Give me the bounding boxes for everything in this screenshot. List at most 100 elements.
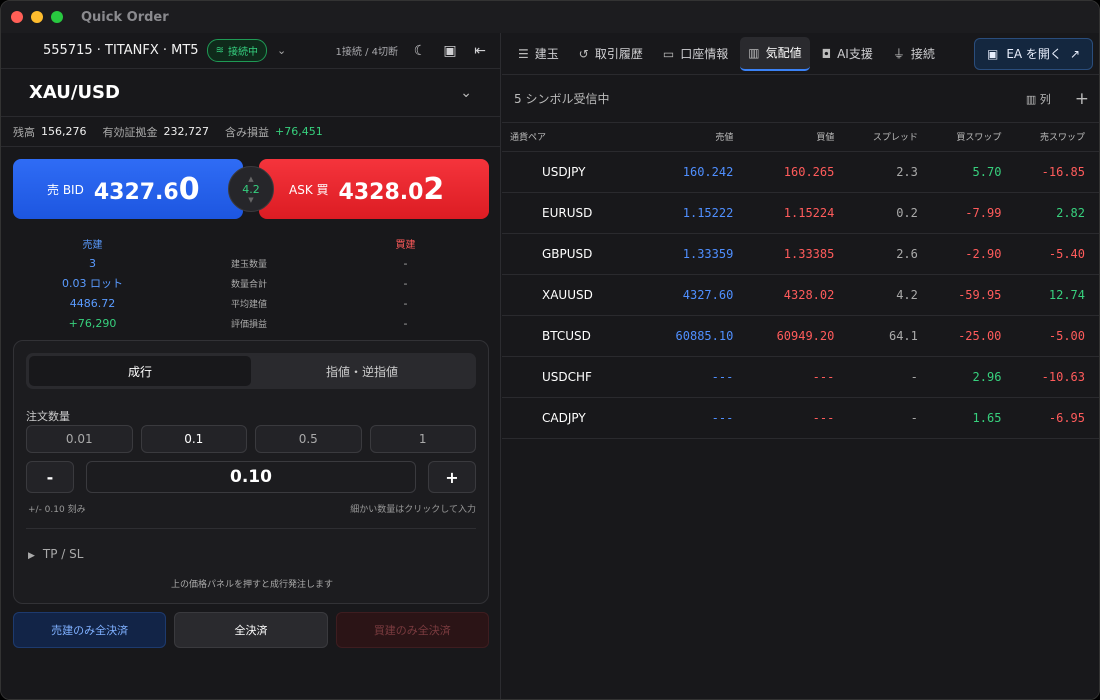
- table-row[interactable]: USDJPY 160.242 160.265 2.3 5.70 -16.85: [502, 151, 1099, 193]
- columns-label: 列: [1039, 92, 1051, 106]
- close-sell-only-button[interactable]: 売建のみ全決済: [13, 612, 167, 648]
- account-label[interactable]: 555715 · TITANFX · MT5: [43, 43, 199, 58]
- header-buy-swap[interactable]: 買スワップ: [933, 123, 1018, 152]
- triangle-right-icon: ▶: [28, 551, 35, 561]
- chip-icon[interactable]: ▣: [442, 43, 458, 59]
- bid-cell: 60885.10: [648, 315, 750, 357]
- buy-value: -: [403, 276, 408, 290]
- position-row: +76,290 評価損益 -: [1, 313, 501, 333]
- pair-cell: USDCHF: [502, 356, 649, 398]
- tab-account[interactable]: ▭ 口座情報: [655, 37, 736, 71]
- ask-buy-button[interactable]: ASK 買 4328.02: [259, 159, 489, 219]
- ask-cell: 60949.20: [749, 315, 851, 357]
- divider: [26, 528, 476, 529]
- quantity-hints: +/- 0.10 刻み 細かい数量はクリックして入力: [28, 502, 476, 515]
- row-label: 建玉数量: [230, 259, 267, 270]
- buy-value: -: [403, 316, 408, 330]
- title-bar: Quick Order: [1, 1, 1099, 33]
- external-link-icon: ↗: [1069, 46, 1080, 61]
- connection-status-badge: ≋ 接続中: [206, 39, 267, 62]
- spread-indicator: ▲ 4.2 ▼: [228, 166, 274, 212]
- add-symbol-button[interactable]: +: [1075, 89, 1089, 109]
- minimize-window-button[interactable]: [31, 11, 43, 23]
- buy-value: -: [403, 296, 408, 310]
- position-row: 4486.72 平均建値 -: [1, 293, 501, 313]
- preset-button[interactable]: 1: [369, 425, 476, 453]
- plug-icon: ⏚: [892, 47, 905, 61]
- sell-swap-cell: 12.74: [1017, 274, 1099, 316]
- open-ea-button[interactable]: ▣ EA を開く ↗: [973, 37, 1093, 70]
- table-row[interactable]: GBPUSD 1.33359 1.33385 2.6 -2.90 -5.40: [502, 233, 1099, 275]
- chevron-down-icon[interactable]: ⌄: [277, 44, 286, 57]
- sell-value: 0.03 ロット: [62, 277, 123, 290]
- tab-history[interactable]: ↺ 取引履歴: [571, 37, 651, 71]
- symbol-selector[interactable]: XAU/USD ⌄: [1, 69, 500, 117]
- spread-cell: -: [850, 397, 934, 439]
- preset-button[interactable]: 0.1: [140, 425, 247, 453]
- dark-mode-icon[interactable]: ☾: [412, 43, 428, 59]
- up-arrow-icon: ▲: [248, 174, 254, 183]
- buy-swap-cell: 1.65: [933, 397, 1018, 439]
- ask-cell: ---: [749, 397, 851, 439]
- step-hint: +/- 0.10 刻み: [28, 505, 86, 515]
- pnl-value: +76,451: [275, 125, 323, 138]
- close-window-button[interactable]: [11, 11, 23, 23]
- columns-button[interactable]: ▥ 列: [1026, 91, 1051, 107]
- tab-label: 接続: [910, 47, 935, 61]
- chart-icon: ▥: [748, 45, 760, 60]
- header-pair[interactable]: 通貨ペア: [502, 123, 649, 152]
- decrement-button[interactable]: -: [26, 461, 74, 493]
- table-row[interactable]: CADJPY --- --- - 1.65 -6.95: [502, 397, 1099, 439]
- bid-cell: 4327.60: [648, 274, 750, 316]
- collapse-panel-icon[interactable]: ⇤: [472, 43, 488, 59]
- sell-swap-cell: -5.40: [1017, 233, 1099, 275]
- quantity-input[interactable]: 0.10: [86, 461, 416, 493]
- preset-button[interactable]: 0.5: [255, 425, 362, 453]
- wallet-icon: ▭: [662, 46, 675, 61]
- app-window: Quick Order 555715 · TITANFX · MT5 ≋ 接続中…: [0, 0, 1100, 700]
- sell-value: 4486.72: [69, 296, 116, 310]
- tab-connection[interactable]: ⏚ 接続: [885, 37, 943, 71]
- tab-ai[interactable]: ◘ AI支援: [814, 37, 881, 71]
- header-spread[interactable]: スプレッド: [850, 123, 934, 152]
- tab-bar: ☰ 建玉 ↺ 取引履歴 ▭ 口座情報 ▥ 気配値 ◘ AI支援 ⏚ 接続 ▣ EA を開く …: [502, 33, 1099, 75]
- ask-cell: 160.265: [749, 151, 851, 193]
- position-row: 0.03 ロット 数量合計 -: [1, 273, 501, 293]
- header-ask[interactable]: 買値: [749, 123, 851, 152]
- table-row[interactable]: BTCUSD 60885.10 60949.20 64.1 -25.00 -5.…: [502, 315, 1099, 357]
- preset-button[interactable]: 0.01: [26, 425, 133, 453]
- sell-header: 売建: [82, 239, 103, 251]
- tpsl-toggle[interactable]: ▶ TP / SL: [28, 547, 83, 561]
- bid-price-main: 4327.6: [93, 179, 179, 205]
- spread-cell: 2.3: [850, 151, 934, 193]
- tab-positions[interactable]: ☰ 建玉: [510, 37, 567, 71]
- tab-label: 建玉: [534, 47, 559, 61]
- row-label: 数量合計: [230, 279, 267, 290]
- chevron-down-icon[interactable]: ⌄: [460, 85, 472, 101]
- increment-button[interactable]: +: [428, 461, 476, 493]
- tab-market-order[interactable]: 成行: [29, 356, 251, 386]
- close-buy-only-button[interactable]: 買建のみ全決済: [335, 612, 489, 648]
- tab-label: AI支援: [837, 47, 873, 61]
- quotes-table: 通貨ペア 売値 買値 スプレッド 買スワップ 売スワップ USDJPY 160.…: [502, 123, 1099, 439]
- table-row[interactable]: USDCHF --- --- - 2.96 -10.63: [502, 356, 1099, 398]
- table-row[interactable]: EURUSD 1.15222 1.15224 0.2 -7.99 2.82: [502, 192, 1099, 234]
- pair-cell: GBPUSD: [502, 233, 649, 275]
- symbol-name: XAU/USD: [29, 82, 120, 103]
- tab-quotes[interactable]: ▥ 気配値: [740, 36, 810, 71]
- buy-value: -: [403, 256, 408, 270]
- close-all-button[interactable]: 全決済: [174, 612, 328, 648]
- bid-cell: 1.33359: [648, 233, 750, 275]
- header-bid[interactable]: 売値: [648, 123, 750, 152]
- buy-header: 買建: [395, 239, 416, 251]
- spread-cell: 64.1: [850, 315, 934, 357]
- buy-swap-cell: -59.95: [933, 274, 1018, 316]
- tab-limit-order[interactable]: 指値・逆指値: [251, 356, 473, 386]
- maximize-window-button[interactable]: [51, 11, 63, 23]
- bid-sell-button[interactable]: 売 BID 4327.60: [13, 159, 243, 219]
- pair-cell: USDJPY: [502, 151, 649, 193]
- quantity-label: 注文数量: [26, 410, 70, 423]
- table-row[interactable]: XAUUSD 4327.60 4328.02 4.2 -59.95 12.74: [502, 274, 1099, 316]
- bid-price-big: 0: [178, 171, 200, 207]
- header-sell-swap[interactable]: 売スワップ: [1017, 123, 1099, 152]
